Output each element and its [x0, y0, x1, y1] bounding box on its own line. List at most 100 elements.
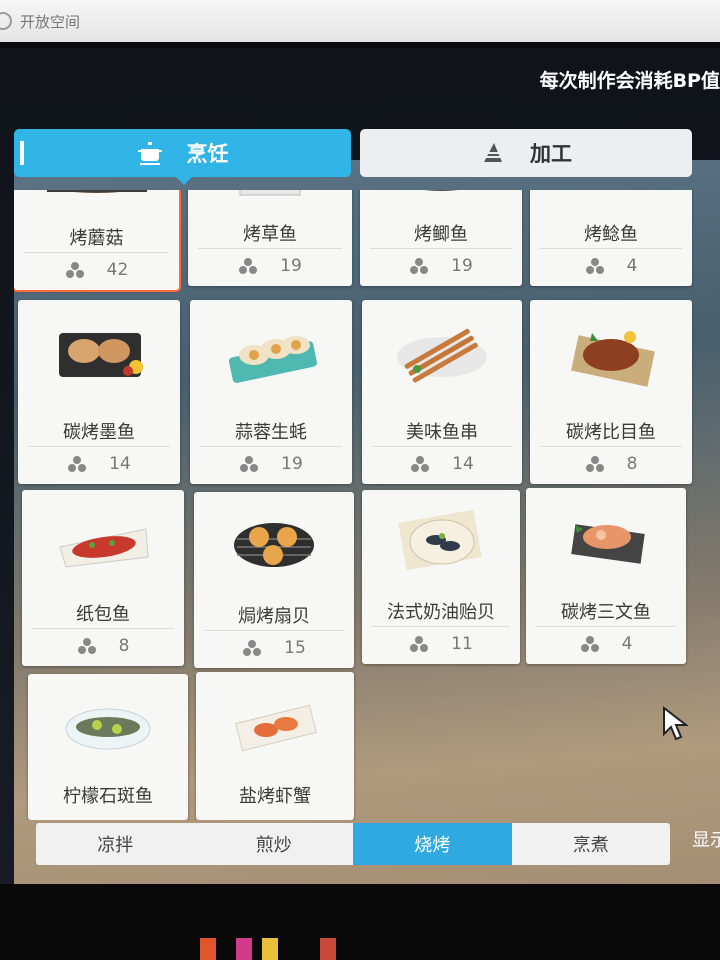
- recipe-card-charcoal-squid[interactable]: 碳烤墨鱼 14: [18, 300, 180, 484]
- resource-icon: [580, 636, 599, 652]
- processing-icon: [484, 143, 502, 162]
- bp-cost-hint: 每次制作会消耗BP值: [539, 70, 720, 92]
- recipe-cost: 14: [362, 452, 522, 476]
- tab-cooking-label: 烹饪: [186, 142, 229, 166]
- recipe-cost-value: 8: [626, 454, 638, 474]
- recipe-card-salt-baked-shrimp-crab[interactable]: 盐烤虾蟹: [196, 672, 354, 820]
- recipe-card-cream-mussel[interactable]: 法式奶油贻贝 11: [362, 490, 520, 664]
- recipe-name: 纸包鱼: [76, 604, 130, 625]
- resource-icon: [65, 262, 84, 278]
- resource-icon: [243, 640, 262, 656]
- resource-icon: [68, 456, 87, 472]
- recipe-image: [362, 300, 522, 408]
- mouse-cursor-icon: [663, 706, 688, 741]
- recipe-cost-value: 14: [452, 454, 474, 474]
- recipe-card-fish-skewer[interactable]: 美味鱼串 14: [362, 300, 522, 484]
- recipe-card-grilled-mushroom[interactable]: 烤蘑菇 42: [14, 190, 179, 290]
- recipe-cost: 4: [526, 632, 686, 656]
- tab-cooking[interactable]: 烹饪: [14, 129, 351, 185]
- tab-processing-label: 加工: [530, 142, 572, 166]
- recipe-name: 美味鱼串: [406, 422, 478, 443]
- app-icon: [0, 12, 12, 30]
- recipe-name: 柠檬石斑鱼: [63, 786, 153, 807]
- recipe-image: [28, 674, 188, 776]
- resource-icon: [585, 258, 604, 274]
- recipe-image: [526, 488, 686, 588]
- category-tab-stir-fry[interactable]: 煎炒: [195, 823, 354, 865]
- recipe-name: 蒜蓉生蚝: [235, 422, 307, 443]
- recipe-image: [22, 490, 184, 590]
- category-tabs: 凉拌 煎炒 烧烤 烹煮: [36, 823, 670, 865]
- recipe-cost: 15: [194, 636, 354, 660]
- recipe-image: [530, 190, 692, 210]
- recipe-card-baked-scallop[interactable]: 焗烤扇贝 15: [194, 492, 354, 668]
- recipe-name: 烤鲶鱼: [584, 224, 638, 245]
- recipe-cost: 8: [22, 634, 184, 658]
- recipe-cost-value: 4: [626, 256, 638, 276]
- window-title-bar: 开放空间: [0, 0, 720, 42]
- monitor-bezel: [0, 884, 720, 960]
- tab-processing[interactable]: 加工: [360, 129, 692, 177]
- recipe-cost-value: 19: [280, 256, 302, 276]
- recipe-name: 碳烤墨鱼: [63, 422, 135, 443]
- window-title: 开放空间: [20, 12, 81, 31]
- recipe-name: 烤草鱼: [243, 224, 297, 245]
- resource-icon: [585, 456, 604, 472]
- recipe-cost-value: 11: [451, 634, 473, 654]
- recipe-name: 烤鲫鱼: [414, 224, 468, 245]
- recipe-card-charcoal-flounder[interactable]: 碳烤比目鱼 8: [530, 300, 692, 484]
- recipe-name: 焗烤扇贝: [238, 606, 310, 627]
- recipe-card-charcoal-salmon[interactable]: 碳烤三文鱼 4: [526, 488, 686, 664]
- resource-icon: [410, 258, 429, 274]
- recipe-cost-value: 4: [621, 634, 633, 654]
- recipe-image: [194, 492, 354, 592]
- recipe-name: 法式奶油贻贝: [387, 602, 495, 623]
- recipe-card-grilled-crucian[interactable]: 烤鲫鱼 19: [360, 190, 522, 286]
- background-light: [236, 938, 252, 960]
- recipe-cost-value: 19: [281, 454, 303, 474]
- background-light: [200, 938, 216, 960]
- recipe-image: [362, 490, 520, 588]
- recipe-cost-value: 19: [451, 256, 473, 276]
- category-tab-grill[interactable]: 烧烤: [353, 823, 512, 865]
- resource-icon: [411, 456, 430, 472]
- recipe-card-paper-wrapped-fish[interactable]: 纸包鱼 8: [22, 490, 184, 666]
- recipe-image: [360, 190, 522, 210]
- recipe-cost: 19: [190, 452, 352, 476]
- show-toggle-label[interactable]: 显示: [692, 826, 720, 852]
- category-tab-cold[interactable]: 凉拌: [36, 823, 195, 865]
- recipe-cost: 19: [360, 254, 522, 278]
- tab-pointer: [176, 177, 192, 185]
- recipe-cost-value: 8: [118, 636, 130, 656]
- recipe-image: [530, 300, 692, 408]
- recipe-card-garlic-oyster[interactable]: 蒜蓉生蚝 19: [190, 300, 352, 484]
- resource-icon: [240, 456, 259, 472]
- tab-active-bar: [20, 141, 24, 165]
- cooking-pot-icon: [137, 142, 162, 165]
- recipe-cost: 42: [14, 258, 179, 282]
- resource-icon: [410, 636, 429, 652]
- recipe-cost-value: 14: [109, 454, 131, 474]
- background-light: [320, 938, 336, 960]
- recipe-card-grilled-grass-carp[interactable]: 烤草鱼 19: [188, 190, 352, 286]
- recipe-cost: 11: [362, 632, 520, 656]
- recipe-cost-value: 15: [284, 638, 306, 658]
- recipe-image: [188, 190, 352, 210]
- recipe-name: 碳烤三文鱼: [561, 602, 651, 623]
- category-tab-boil[interactable]: 烹煮: [512, 823, 671, 865]
- resource-icon: [77, 638, 96, 654]
- recipe-card-grilled-catfish[interactable]: 烤鲶鱼 4: [530, 190, 692, 286]
- recipe-cost: 8: [530, 452, 692, 476]
- recipe-grid: 烤蘑菇 42 烤草鱼 19 烤鲫鱼 19 烤鲶鱼 4 碳烤墨鱼 14 蒜蓉生蚝 …: [14, 190, 694, 820]
- recipe-image: [196, 672, 354, 776]
- recipe-name: 盐烤虾蟹: [239, 786, 311, 807]
- recipe-image: [190, 300, 352, 408]
- game-screen: 每次制作会消耗BP值 烹饪 加工 烤蘑菇 42 烤草鱼 19 烤鲫鱼 19 烤鲶…: [0, 48, 720, 884]
- background-light: [262, 938, 278, 960]
- resource-icon: [239, 258, 258, 274]
- recipe-image: [18, 300, 180, 408]
- recipe-card-lemon-grouper[interactable]: 柠檬石斑鱼: [28, 674, 188, 820]
- recipe-cost-value: 42: [106, 260, 129, 280]
- recipe-cost: 14: [18, 452, 180, 476]
- recipe-name: 碳烤比目鱼: [566, 422, 656, 443]
